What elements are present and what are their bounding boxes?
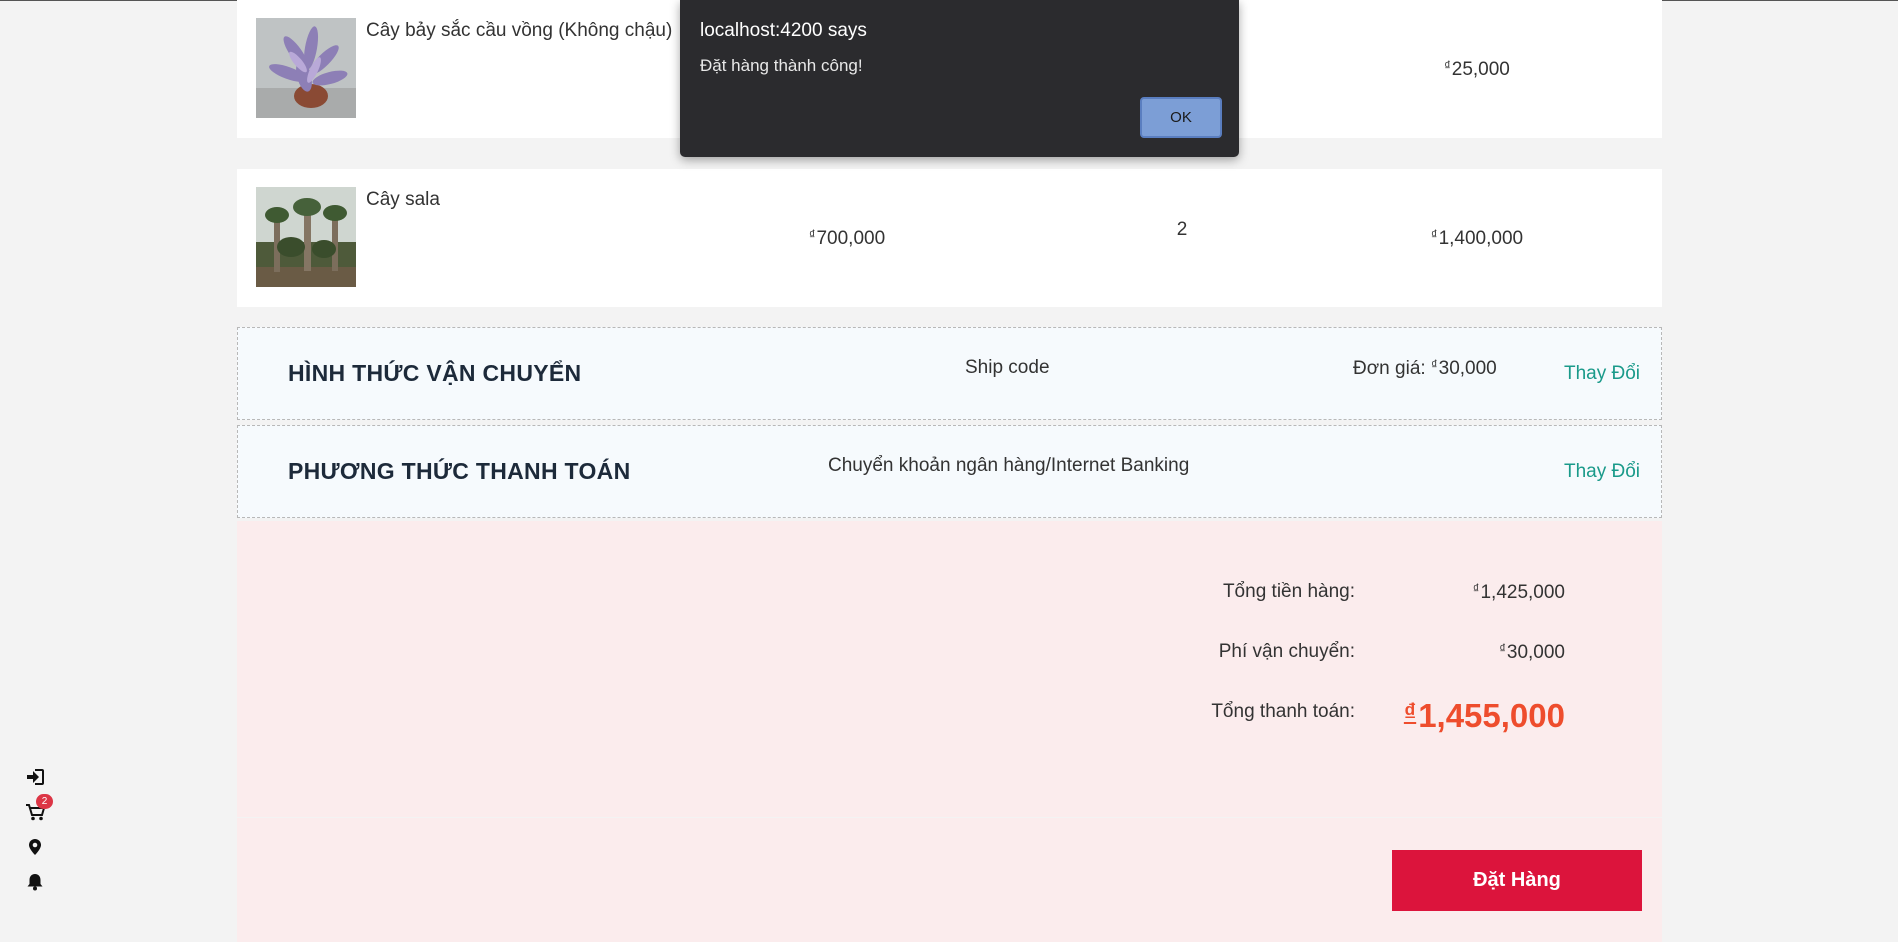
dialog-ok-button[interactable]: OK [1140,97,1222,138]
cart-icon[interactable]: 2 [20,794,53,824]
grand-total-label: Tổng thanh toán: [1211,701,1355,722]
product-name: Cây sala [366,189,440,210]
alert-dialog: localhost:4200 says Đặt hàng thành công!… [680,0,1239,157]
subtotal-label: Tổng tiền hàng: [1222,581,1355,602]
item-total: ₫1,400,000 [1397,227,1557,250]
currency-symbol: ₫ [1444,58,1451,73]
currency-symbol: ₫ [1403,699,1417,726]
shipping-unit-price: Đơn giá: ₫30,000 [1353,357,1497,380]
product-image [256,187,356,287]
item-total-value: 1,400,000 [1438,228,1524,249]
currency-symbol: ₫ [1499,641,1506,656]
currency-symbol: ₫ [1472,581,1480,596]
bell-icon[interactable] [20,870,50,894]
change-shipping-link[interactable]: Thay Đổi [1564,363,1640,385]
shipping-fee-label: Phí vận chuyển: [1218,641,1355,662]
product-image [256,18,356,118]
place-order-button[interactable]: Đặt Hàng [1392,850,1642,911]
grand-total-amount: 1,455,000 [1418,697,1565,734]
order-summary: Tổng tiền hàng: ₫1,425,000 Phí vận chuyể… [237,521,1662,817]
cart-item-row: Cây sala ₫700,000 2 ₫1,400,000 [237,169,1662,307]
shipping-method-section: HÌNH THỨC VẬN CHUYỂN Ship code Đơn giá: … [237,327,1662,420]
payment-method-value: Chuyển khoản ngân hàng/Internet Banking [828,455,1190,476]
dialog-message: Đặt hàng thành công! [700,56,863,75]
order-action-area: Đặt Hàng [237,818,1662,942]
dialog-title: localhost:4200 says [700,20,867,41]
shipping-fee-amount: 30,000 [1506,642,1565,663]
shipping-method-title: HÌNH THỨC VẬN CHUYỂN [288,360,582,386]
unit-price-value: 700,000 [816,228,886,249]
currency-symbol: ₫ [1430,227,1438,242]
shipping-method-value: Ship code [965,357,1050,378]
item-total-value: 25,000 [1451,59,1510,80]
product-name: Cây bảy sắc cầu vồng (Không chậu) [366,20,673,41]
grand-total-value: ₫1,455,000 [1404,697,1565,735]
currency-symbol: ₫ [808,227,816,242]
subtotal-value: ₫1,425,000 [1473,581,1565,604]
shipping-price-label: Đơn giá: [1353,358,1426,379]
item-total: ₫25,000 [1397,58,1557,81]
sign-in-icon[interactable] [20,765,50,789]
unit-price: ₫700,000 [767,227,927,250]
payment-method-title: PHƯƠNG THỨC THANH TOÁN [288,458,631,484]
cart-count-badge: 2 [36,794,53,809]
location-pin-icon[interactable] [20,835,50,859]
change-payment-link[interactable]: Thay Đổi [1564,461,1640,483]
quantity: 2 [1176,219,1188,240]
payment-method-section: PHƯƠNG THỨC THANH TOÁN Chuyển khoản ngân… [237,425,1662,518]
shipping-fee-value: ₫30,000 [1499,641,1565,664]
subtotal-amount: 1,425,000 [1480,582,1565,603]
shipping-price-value: 30,000 [1438,358,1497,379]
currency-symbol: ₫ [1430,357,1438,372]
